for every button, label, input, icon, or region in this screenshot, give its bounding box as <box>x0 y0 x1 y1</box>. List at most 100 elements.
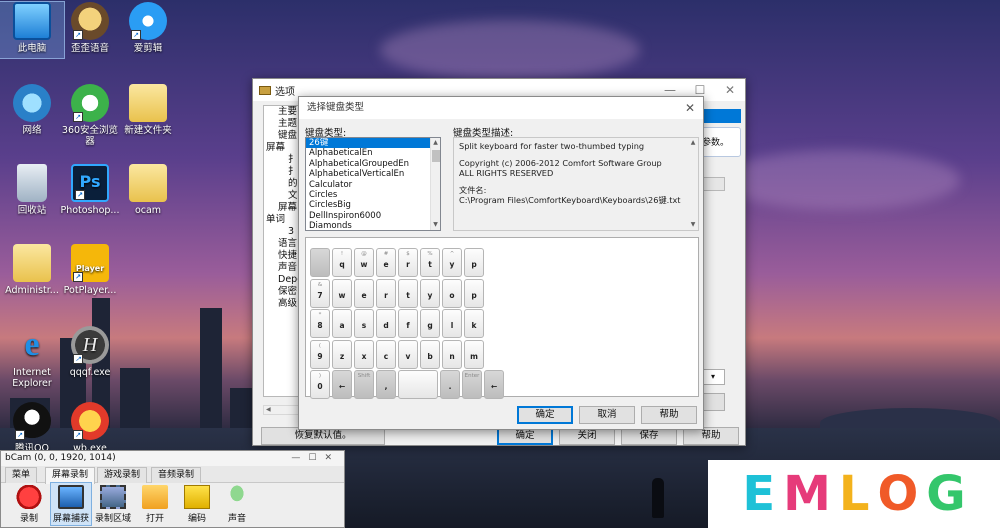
keyboard-key[interactable]: ) 0 <box>310 370 330 399</box>
desktop-icon-photoshop[interactable]: Ps ↗ Photoshop... <box>58 164 122 216</box>
keyboard-key[interactable]: a <box>332 309 352 338</box>
desktop-icon-qqqf[interactable]: H ↗ qqqf.exe <box>58 326 122 378</box>
options-dropdown[interactable]: ▾ <box>701 369 725 385</box>
keyboard-key[interactable]: t <box>398 278 418 308</box>
close-icon[interactable]: ✕ <box>685 97 695 119</box>
keyboard-key[interactable]: * 8 <box>310 309 330 338</box>
dialog-ok-button[interactable]: 确定 <box>517 406 573 424</box>
keyboard-key[interactable]: $ r <box>398 248 418 277</box>
ocam-tab[interactable]: 音频录制 <box>151 467 202 483</box>
tree-item[interactable]: 3 <box>264 226 302 238</box>
tree-item[interactable]: 快捷 <box>264 250 302 262</box>
tree-item[interactable]: 主题 <box>264 118 302 130</box>
keyboard-key[interactable]: n <box>442 339 462 369</box>
desktop-icon-360-browser[interactable]: ↗ 360安全浏览器 <box>58 84 122 147</box>
keyboard-key[interactable]: l <box>442 309 462 338</box>
keyboard-key[interactable]: g <box>420 309 440 338</box>
scroll-up-icon[interactable]: ▲ <box>431 138 440 148</box>
minimize-icon[interactable]: — <box>655 83 685 97</box>
ocam-tab[interactable]: 屏幕录制 <box>45 467 96 484</box>
keyboard-key[interactable]: Enter <box>462 370 482 399</box>
keyboard-key[interactable]: r <box>376 278 396 308</box>
keyboard-key[interactable]: s <box>354 309 374 338</box>
list-scrollbar[interactable]: ▲ ▼ <box>430 138 440 230</box>
keyboard-type-item[interactable]: 26键 <box>306 138 440 149</box>
scroll-up-icon[interactable]: ▲ <box>688 138 698 148</box>
keyboard-key[interactable]: p <box>464 248 484 277</box>
keyboard-key[interactable]: ^ y <box>442 248 462 277</box>
keyboard-key[interactable]: , <box>376 370 396 399</box>
tree-item[interactable]: 声音 <box>264 262 302 274</box>
keyboard-key[interactable]: # e <box>376 248 396 277</box>
desktop-icon-ocam-folder[interactable]: ocam <box>116 164 180 216</box>
ocam-tool-folder[interactable]: 打开 <box>135 485 175 524</box>
tree-item[interactable]: 屏幕 <box>264 202 302 214</box>
desktop-icon-wb-exe[interactable]: ↗ wb.exe <box>58 402 122 454</box>
window-controls[interactable]: —☐✕ <box>291 451 340 466</box>
tree-item[interactable]: 扌 <box>264 154 302 166</box>
keyboard-key[interactable]: (9 <box>310 339 330 369</box>
keyboard-type-item[interactable]: CirclesBig <box>306 200 440 210</box>
tree-item[interactable]: 屏幕 <box>264 142 302 154</box>
tree-item[interactable]: Depe <box>264 274 302 286</box>
desktop-icon-internet-explorer[interactable]: e Internet Explorer <box>0 326 64 389</box>
keyboard-type-item[interactable]: AlphabeticalVerticalEn <box>306 169 440 179</box>
keyboard-key[interactable]: w <box>332 278 352 308</box>
ocam-tab[interactable]: 游戏录制 <box>97 467 148 483</box>
keyboard-key[interactable]: m <box>464 339 484 369</box>
tree-item[interactable]: 键盘 <box>264 130 302 142</box>
ocam-tool-record-area[interactable]: 录制区域 <box>93 485 133 524</box>
keyboard-key[interactable] <box>398 370 438 399</box>
dialog-help-button[interactable]: 帮助 <box>641 406 697 424</box>
keyboard-key[interactable]: @ w <box>354 248 374 277</box>
desc-scrollbar[interactable]: ▲ ▼ <box>688 138 698 230</box>
keyboard-key[interactable]: ! q <box>332 248 352 277</box>
desktop-icon-yy-voice[interactable]: ↗ 歪歪语音 <box>58 2 122 54</box>
keyboard-key[interactable] <box>310 248 330 277</box>
keyboard-key[interactable]: f <box>398 309 418 338</box>
ocam-tool-screen-capture[interactable]: 屏幕捕获 <box>50 482 92 526</box>
tree-item[interactable]: 语言 <box>264 238 302 250</box>
keyboard-key[interactable]: b <box>420 339 440 369</box>
tree-item[interactable]: 单词 <box>264 214 302 226</box>
ocam-tab[interactable]: 菜单 <box>5 467 38 483</box>
scroll-down-icon[interactable]: ▼ <box>688 220 698 230</box>
tree-item[interactable]: 主要 <box>264 106 302 118</box>
desktop-icon-tencent-qq[interactable]: ↗ 腾讯QQ <box>0 402 64 454</box>
scroll-down-icon[interactable]: ▼ <box>431 220 440 230</box>
desktop-icon-new-folder[interactable]: 新建文件夹 <box>116 84 180 136</box>
tree-item[interactable]: 扌 <box>264 166 302 178</box>
maximize-icon[interactable]: ☐ <box>685 83 715 97</box>
keyboard-key[interactable]: e <box>354 278 374 308</box>
keyboard-key[interactable]: x <box>354 339 374 369</box>
desktop-icon-recycle-bin[interactable]: 回收站 <box>0 164 64 216</box>
keyboard-type-item[interactable]: DellInspiron6000 <box>306 211 440 221</box>
keyboard-key[interactable]: ← <box>484 370 504 399</box>
ocam-tool-record[interactable]: 录制 <box>9 485 49 524</box>
tree-item[interactable]: 文 <box>264 190 302 202</box>
keyboard-key[interactable]: % t <box>420 248 440 277</box>
tree-item[interactable]: 保密 <box>264 286 302 298</box>
keyboard-key[interactable]: Shift <box>354 370 374 399</box>
keyboard-type-item[interactable]: Circles <box>306 190 440 200</box>
keyboard-key[interactable]: & 7 <box>310 278 330 308</box>
ocam-tool-codec[interactable]: 编码 <box>177 485 217 524</box>
keyboard-type-list[interactable]: 26键 AlphabeticalEn AlphabeticalGroupedEn Al… <box>305 137 441 231</box>
ocam-tool-microphone[interactable]: 声音 <box>217 485 257 524</box>
keyboard-preview[interactable]: ! q @ w # e $ r% t ^ y p & 7 w e r t y o p * 8 a s d f g l k(9 z x c v b n m… <box>305 237 699 399</box>
desktop-icon-potplayer[interactable]: Player ↗ PotPlayer... <box>58 244 122 296</box>
keyboard-type-item[interactable]: AlphabeticalGroupedEn <box>306 159 440 169</box>
dialog-cancel-button[interactable]: 取消 <box>579 406 635 424</box>
options-tree[interactable]: 主要 主题 键盘 屏幕扌扌的文屏幕 单词 3 语言 快捷 声音 Depe 保密 高级 <box>263 105 303 397</box>
keyboard-key[interactable]: o <box>442 278 462 308</box>
keyboard-key[interactable]: k <box>464 309 484 338</box>
keyboard-type-item[interactable]: Calculator <box>306 180 440 190</box>
keyboard-key[interactable]: . <box>440 370 460 399</box>
desktop-icon-aijianji[interactable]: ↗ 爱剪辑 <box>116 2 180 54</box>
keyboard-key[interactable]: d <box>376 309 396 338</box>
tree-item[interactable]: 高级 <box>264 298 302 310</box>
keyboard-key[interactable]: y <box>420 278 440 308</box>
options-side-button[interactable] <box>701 393 725 411</box>
keyboard-key[interactable]: p <box>464 278 484 308</box>
keyboard-key[interactable]: c <box>376 339 396 369</box>
